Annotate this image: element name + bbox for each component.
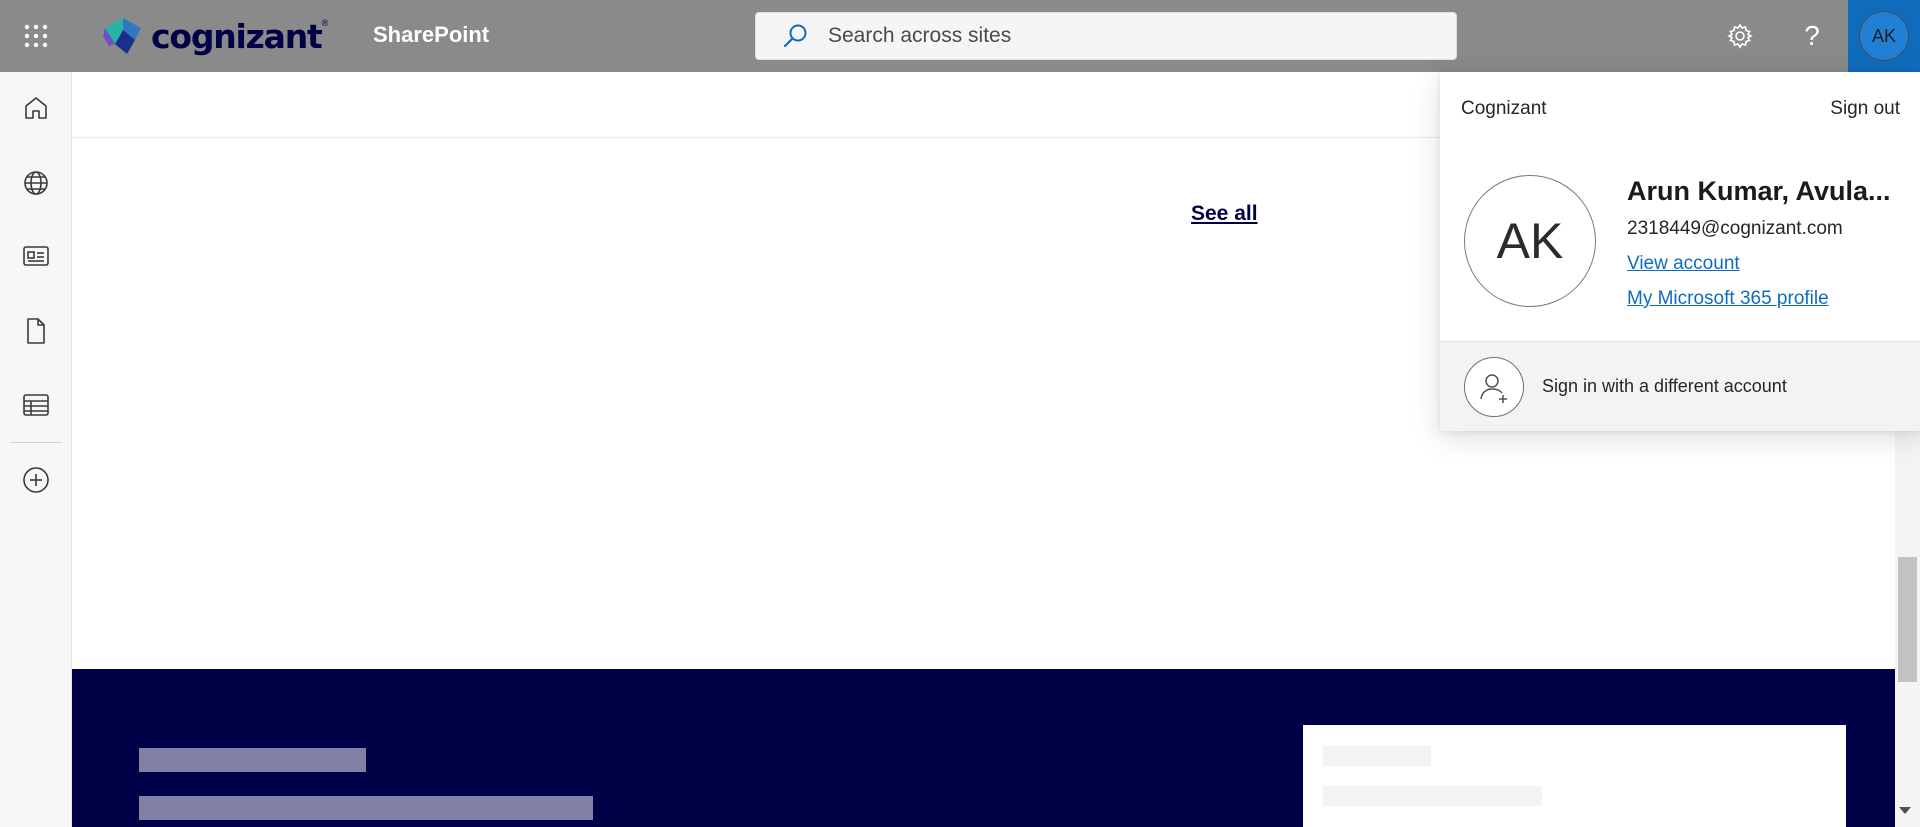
avatar: AK (1859, 11, 1909, 61)
nav-news[interactable] (0, 226, 72, 286)
view-account-link[interactable]: View account (1627, 253, 1740, 275)
loading-placeholder (1323, 746, 1431, 766)
globe-icon (24, 171, 48, 195)
news-icon (23, 246, 49, 266)
logo-trademark: ® (321, 18, 329, 28)
user-display-name: Arun Kumar, Avula... (1627, 176, 1891, 206)
nav-sites[interactable] (0, 153, 72, 213)
cognizant-mark-icon (103, 18, 141, 54)
app-bar (0, 72, 72, 827)
file-icon (27, 318, 45, 344)
nav-lists[interactable] (0, 375, 72, 435)
app-launcher-button[interactable] (0, 0, 72, 72)
loading-placeholder (1323, 786, 1542, 806)
scroll-down-arrow[interactable] (1899, 807, 1911, 814)
account-manager-button[interactable]: AK (1848, 0, 1920, 72)
nav-home[interactable] (0, 78, 72, 138)
microsoft-365-profile-link[interactable]: My Microsoft 365 profile (1627, 288, 1829, 310)
nav-create[interactable] (0, 450, 72, 510)
footer-card (1303, 725, 1846, 827)
search-placeholder: Search across sites (828, 24, 1012, 47)
profile-avatar: AK (1464, 175, 1596, 307)
user-email: 2318449@cognizant.com (1627, 218, 1843, 239)
gear-icon (1727, 23, 1753, 49)
add-circle-icon (23, 467, 49, 493)
scrollbar-thumb[interactable] (1898, 557, 1917, 682)
see-all-link[interactable]: See all (1191, 202, 1258, 226)
waffle-icon (24, 24, 48, 48)
app-name-link[interactable]: SharePoint (373, 22, 489, 48)
switch-account-button[interactable]: Sign in with a different account (1440, 341, 1920, 431)
logo-wordmark: cognizant (151, 16, 323, 56)
list-icon (23, 394, 49, 416)
help-icon: ? (1804, 20, 1820, 51)
settings-button[interactable] (1704, 0, 1776, 72)
help-button[interactable]: ? (1776, 0, 1848, 72)
organization-name: Cognizant (1461, 98, 1547, 119)
suite-header: cognizant ® SharePoint Search across sit… (0, 0, 1920, 72)
loading-placeholder (139, 796, 593, 820)
search-icon (783, 24, 807, 48)
home-icon (25, 97, 47, 119)
account-manager-panel: Cognizant Sign out AK Arun Kumar, Avula.… (1440, 72, 1920, 431)
nav-files[interactable] (0, 301, 72, 361)
loading-placeholder (139, 748, 366, 772)
search-box[interactable]: Search across sites (755, 12, 1457, 60)
switch-account-label: Sign in with a different account (1542, 376, 1787, 396)
nav-divider (10, 442, 62, 443)
add-person-icon (1464, 356, 1524, 417)
cognizant-logo[interactable]: cognizant ® (101, 16, 328, 56)
sign-out-button[interactable]: Sign out (1830, 98, 1900, 120)
footer-section (72, 669, 1895, 827)
